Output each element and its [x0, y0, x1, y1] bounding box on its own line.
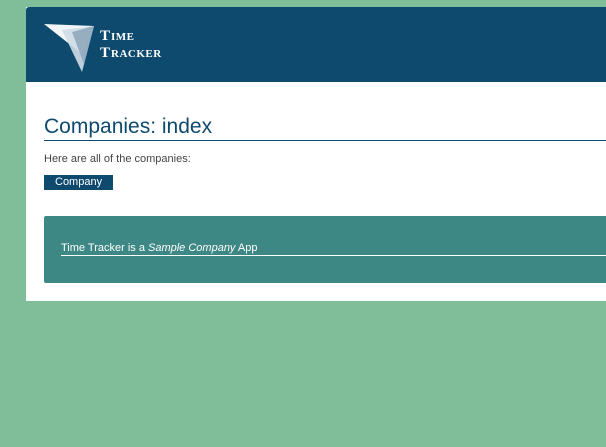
page-title: Companies: index — [44, 114, 606, 141]
footer-text-prefix: Time Tracker is a — [61, 242, 148, 254]
svg-text:T: T — [100, 28, 111, 44]
site-footer: Time Tracker is a Sample Company App — [44, 216, 606, 283]
logo-graphic: T IME T RACKER — [44, 24, 162, 72]
footer-text-emphasis: Sample Company — [148, 242, 236, 254]
site-header: T IME T RACKER — [26, 7, 606, 82]
footer-text-suffix: App — [235, 242, 258, 254]
svg-text:IME: IME — [111, 31, 135, 43]
page-container: T IME T RACKER Companies: index Here are… — [26, 7, 606, 301]
company-button[interactable]: Company — [44, 175, 114, 190]
footer-text: Time Tracker is a Sample Company App — [61, 242, 606, 256]
svg-text:T: T — [100, 45, 111, 61]
time-tracker-logo[interactable]: T IME T RACKER — [44, 24, 212, 72]
svg-text:RACKER: RACKER — [111, 48, 162, 60]
intro-text: Here are all of the companies: — [44, 153, 191, 165]
